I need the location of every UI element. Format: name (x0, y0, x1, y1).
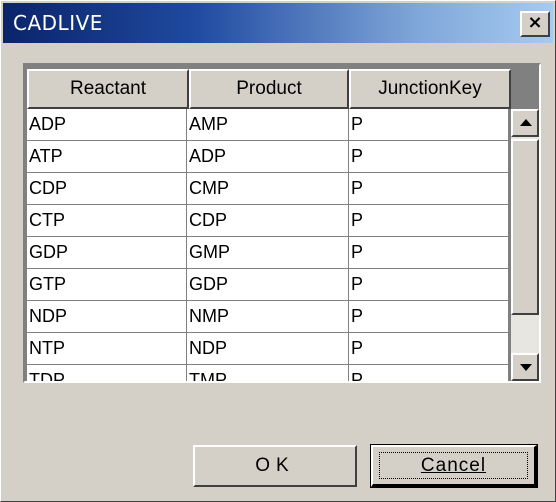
table-row[interactable]: GDP GMP P (27, 237, 509, 269)
cell-product[interactable]: AMP (187, 109, 349, 141)
scroll-up-button[interactable] (511, 109, 539, 137)
cell-product[interactable]: GDP (187, 269, 349, 301)
cell-product[interactable]: CDP (187, 205, 349, 237)
cell-junctionkey[interactable]: P (349, 301, 509, 333)
column-header-junctionkey[interactable]: JunctionKey (349, 69, 511, 109)
cell-reactant[interactable]: CTP (27, 205, 187, 237)
cell-junctionkey[interactable]: P (349, 205, 509, 237)
close-icon: × (527, 12, 543, 33)
cell-junctionkey[interactable]: P (349, 173, 509, 205)
cell-reactant[interactable]: ADP (27, 109, 187, 141)
dialog-window: CADLIVE × Reactant Product JunctionKey A… (0, 0, 556, 502)
close-button[interactable]: × (520, 11, 550, 37)
table-row[interactable]: CDP CMP P (27, 173, 509, 205)
title-bar[interactable]: CADLIVE × (3, 3, 553, 43)
cell-reactant[interactable]: ATP (27, 141, 187, 173)
cell-product[interactable]: NMP (187, 301, 349, 333)
cell-product[interactable]: NDP (187, 333, 349, 365)
cell-junctionkey[interactable]: P (349, 269, 509, 301)
column-header-reactant[interactable]: Reactant (27, 69, 189, 109)
table-row[interactable]: TDP TMP P (27, 365, 509, 381)
cell-reactant[interactable]: GTP (27, 269, 187, 301)
vertical-scrollbar[interactable] (511, 109, 539, 381)
cell-product[interactable]: CMP (187, 173, 349, 205)
table-row[interactable]: GTP GDP P (27, 269, 509, 301)
table-row[interactable]: NTP NDP P (27, 333, 509, 365)
arrow-down-icon (520, 364, 532, 371)
cell-junctionkey[interactable]: P (349, 141, 509, 173)
cell-reactant[interactable]: NDP (27, 301, 187, 333)
arrow-up-icon (520, 119, 532, 126)
table-row[interactable]: ADP AMP P (27, 109, 509, 141)
scroll-down-button[interactable] (511, 353, 539, 381)
grid-header: Reactant Product JunctionKey (27, 69, 511, 109)
window-title: CADLIVE (13, 11, 103, 35)
table-row[interactable]: CTP CDP P (27, 205, 509, 237)
data-grid: Reactant Product JunctionKey ADP AMP P A… (23, 63, 541, 383)
cell-product[interactable]: ADP (187, 141, 349, 173)
cell-junctionkey[interactable]: P (349, 333, 509, 365)
column-header-product[interactable]: Product (189, 69, 349, 109)
cell-junctionkey[interactable]: P (349, 109, 509, 141)
cell-product[interactable]: TMP (187, 365, 349, 381)
scroll-thumb[interactable] (511, 139, 539, 315)
cell-reactant[interactable]: NTP (27, 333, 187, 365)
cell-reactant[interactable]: GDP (27, 237, 187, 269)
focus-indicator (379, 452, 528, 479)
ok-button[interactable]: OK (193, 445, 357, 487)
table-row[interactable]: ATP ADP P (27, 141, 509, 173)
table-row[interactable]: NDP NMP P (27, 301, 509, 333)
cell-reactant[interactable]: TDP (27, 365, 187, 381)
cell-reactant[interactable]: CDP (27, 173, 187, 205)
grid-body: ADP AMP P ATP ADP P CDP CMP P CTP CDP P … (27, 109, 509, 381)
cell-junctionkey[interactable]: P (349, 237, 509, 269)
cell-junctionkey[interactable]: P (349, 365, 509, 381)
cancel-button[interactable]: Cancel (370, 444, 538, 488)
cell-product[interactable]: GMP (187, 237, 349, 269)
